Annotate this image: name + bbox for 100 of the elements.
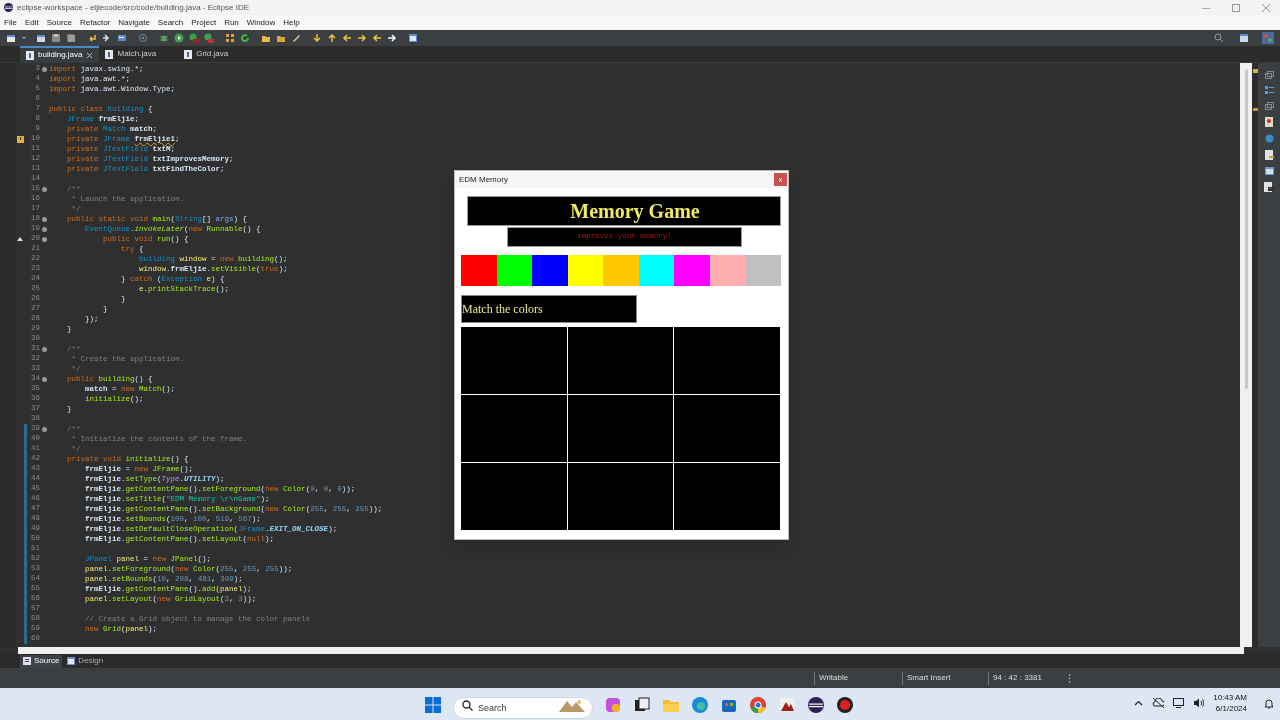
menu-item[interactable]: File <box>4 16 17 29</box>
fold-icon[interactable] <box>42 226 47 232</box>
editor-tab[interactable]: building.java <box>20 46 100 62</box>
menu-item[interactable]: Edit <box>24 16 39 29</box>
color-swatch[interactable] <box>567 255 603 286</box>
restore-icon[interactable] <box>1264 71 1274 79</box>
fold-icon[interactable] <box>42 216 47 222</box>
menu-item[interactable]: Search <box>157 16 184 29</box>
grid-tile[interactable] <box>674 463 780 530</box>
up-arrow-icon[interactable] <box>327 33 337 43</box>
pencil-icon[interactable] <box>291 33 301 43</box>
save-icon[interactable] <box>51 33 61 43</box>
editor-tab[interactable]: Grid.java <box>178 46 235 62</box>
menu-item[interactable]: Window <box>246 16 276 29</box>
color-swatch[interactable] <box>674 255 710 286</box>
redo-arrow-icon[interactable] <box>102 33 112 43</box>
menu-item[interactable]: Source <box>46 16 73 29</box>
fold-icon[interactable] <box>42 66 47 72</box>
grid-tile[interactable] <box>567 463 674 530</box>
fold-icon[interactable] <box>42 186 47 192</box>
close-icon[interactable] <box>1262 3 1270 12</box>
back-arrow-icon[interactable] <box>342 33 352 43</box>
menu-item[interactable]: Navigate <box>118 16 150 29</box>
bell-icon[interactable] <box>1264 697 1274 709</box>
java-file-icon <box>184 49 193 59</box>
bug-icon[interactable] <box>159 33 169 43</box>
down-arrow-icon[interactable] <box>312 33 322 43</box>
eclipse-icon[interactable] <box>807 696 825 714</box>
undo-arrow-icon[interactable] <box>87 33 97 43</box>
java-file-icon <box>26 50 34 60</box>
landscape-icon <box>559 698 585 712</box>
outline-icon[interactable] <box>1264 86 1274 95</box>
editor-tab[interactable]: Match.java <box>99 46 163 62</box>
color-swatch[interactable] <box>745 255 781 286</box>
window-icon[interactable] <box>1264 167 1274 175</box>
forward-arrow-icon[interactable] <box>357 33 367 43</box>
grid-tile[interactable] <box>674 327 780 394</box>
color-swatch[interactable] <box>638 255 674 286</box>
new-file-icon[interactable] <box>6 33 16 43</box>
fold-icon[interactable] <box>42 376 47 382</box>
eclipse-logo-icon <box>4 3 13 12</box>
cloud-off-icon[interactable] <box>1152 698 1165 708</box>
restore-icon[interactable] <box>1264 102 1274 110</box>
colorful-app-icon[interactable] <box>604 696 622 714</box>
maximize-icon[interactable] <box>1232 3 1240 12</box>
fold-icon[interactable] <box>42 426 47 432</box>
perspective-icon[interactable] <box>1239 33 1249 43</box>
menu-item[interactable]: Refactor <box>80 16 111 29</box>
speaker-icon[interactable] <box>1193 698 1205 708</box>
color-swatch[interactable] <box>496 255 532 286</box>
chevron-up-icon[interactable] <box>1134 700 1144 706</box>
horizontal-scrollbar[interactable] <box>18 647 1244 654</box>
menu-item[interactable]: Project <box>191 16 217 29</box>
record-icon[interactable] <box>836 696 854 714</box>
save-all-icon[interactable] <box>66 33 76 43</box>
windows-logo-icon[interactable] <box>424 696 442 714</box>
grid-icon[interactable] <box>225 33 235 43</box>
heading-text: Memory Game <box>570 201 700 221</box>
run-external-icon[interactable] <box>204 33 214 43</box>
chrome-browser-icon[interactable] <box>749 696 767 714</box>
color-swatch[interactable] <box>532 255 568 286</box>
edge-browser-icon[interactable] <box>691 696 709 714</box>
terminal-icon[interactable] <box>117 33 127 43</box>
dialog-title: EDM Memory <box>459 173 508 186</box>
editor-mode-tab[interactable]: Source <box>20 654 63 668</box>
fold-icon[interactable] <box>42 346 47 352</box>
monitor-icon[interactable] <box>1173 698 1185 708</box>
globe-icon[interactable] <box>1264 134 1274 143</box>
console-icon[interactable] <box>1264 182 1274 192</box>
color-swatch[interactable] <box>461 255 497 286</box>
close-icon[interactable] <box>86 51 94 59</box>
document-icon[interactable] <box>1264 117 1274 127</box>
grid-tile[interactable] <box>461 463 567 530</box>
back-arrow-icon[interactable] <box>372 33 382 43</box>
grid-tile[interactable] <box>461 327 567 394</box>
search-icon[interactable] <box>1214 33 1224 43</box>
task-view-icon[interactable] <box>633 696 651 714</box>
overview-marker <box>1252 69 1258 73</box>
more-icon[interactable] <box>1068 673 1071 683</box>
menu-item[interactable]: Help <box>283 16 300 29</box>
refresh-icon[interactable] <box>240 33 250 43</box>
grid-tile[interactable] <box>567 395 674 462</box>
target-icon[interactable] <box>138 33 148 43</box>
grid-tile[interactable] <box>461 395 567 462</box>
run-config-icon[interactable] <box>189 33 199 43</box>
color-swatch[interactable] <box>603 255 639 286</box>
clock-date: 6/1/2024 <box>1215 703 1247 714</box>
window-icon[interactable] <box>408 33 418 43</box>
grid-tile[interactable] <box>674 395 780 462</box>
search-field[interactable]: Search <box>453 697 593 719</box>
fold-icon[interactable] <box>42 236 47 242</box>
image-editor-icon[interactable] <box>778 696 796 714</box>
editor-mode-tab[interactable]: Design <box>64 654 107 668</box>
play-icon[interactable] <box>174 33 184 43</box>
grid-tile[interactable] <box>567 327 674 394</box>
color-swatch[interactable] <box>709 255 745 286</box>
document-icon[interactable] <box>1264 150 1274 160</box>
menu-item[interactable]: Run <box>224 16 239 29</box>
scrollbar-thumb[interactable] <box>1244 69 1248 389</box>
new-window-icon[interactable] <box>36 33 46 43</box>
